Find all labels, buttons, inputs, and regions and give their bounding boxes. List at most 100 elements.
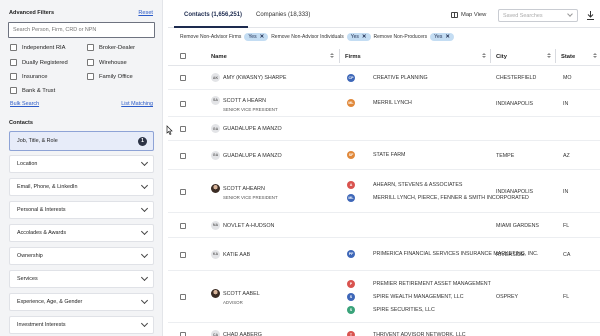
table-row[interactable]: AK AMY (KWASNY) SHARPE CP CREATIVE PLANNING…	[168, 66, 600, 90]
reset-link[interactable]: Reset	[138, 10, 153, 16]
sort-icon[interactable]	[547, 53, 551, 58]
close-icon[interactable]: ✕	[362, 34, 367, 40]
contact-name[interactable]: SCOTT AHEARN	[223, 186, 265, 192]
accordion-email-phone-linkedin[interactable]: Email, Phone, & LinkedIn	[9, 178, 154, 196]
list-matching-link[interactable]: List Matching	[121, 101, 153, 107]
contact-name[interactable]: SCOTT A HEARN	[223, 98, 266, 104]
contact-name[interactable]: NOVLET A-HUDSON	[223, 223, 274, 229]
row-checkbox[interactable]	[180, 294, 186, 300]
accordion-investment-interests[interactable]: Investment Interests	[9, 316, 154, 334]
download-icon[interactable]	[586, 10, 595, 21]
table-row[interactable]: SA SCOTT A HEARN SENIOR VICE PRESIDENT ML ME…	[168, 90, 600, 117]
accordion-location[interactable]: Location	[9, 155, 154, 173]
chevron-down-icon	[140, 296, 149, 305]
tab-companies[interactable]: Companies (18,333)	[256, 12, 310, 18]
contact-name[interactable]: SCOTT AABEL	[223, 291, 260, 297]
avatar: CA	[211, 330, 220, 336]
accordion-experience-age-gender[interactable]: Experience, Age, & Gender	[9, 293, 154, 311]
sort-icon[interactable]	[330, 53, 334, 58]
contact-name[interactable]: KATIE AAB	[223, 252, 250, 258]
contact-name[interactable]: GUADALUPE A MANZO	[223, 153, 282, 159]
tab-bar: Contacts (1,656,251) Companies (18,333) …	[168, 0, 600, 28]
accordion-services[interactable]: Services	[9, 270, 154, 288]
row-checkbox[interactable]	[180, 126, 186, 132]
checkbox-box[interactable]	[10, 59, 17, 66]
filter-count-badge: 1	[138, 136, 147, 146]
checkbox-independent-ria[interactable]: Independent RIA	[10, 44, 66, 51]
checkbox-broker-dealer[interactable]: Broker-Dealer	[87, 44, 135, 51]
row-checkbox[interactable]	[180, 75, 186, 81]
checkbox-box[interactable]	[10, 73, 17, 80]
checkbox-box[interactable]	[87, 44, 94, 51]
row-checkbox[interactable]	[180, 332, 186, 336]
firm-name[interactable]: STATE FARM	[373, 151, 405, 159]
chevron-down-icon	[140, 227, 149, 236]
contact-title: SENIOR VICE PRESIDENT	[223, 194, 278, 200]
chevron-down-icon	[567, 11, 573, 17]
firm-name[interactable]: AHEARN, STEVENS & ASSOCIATES	[373, 181, 462, 189]
saved-searches-dropdown[interactable]: Saved Searches	[498, 9, 578, 22]
checkbox-box[interactable]	[87, 73, 94, 80]
row-checkbox[interactable]	[180, 100, 186, 107]
checkbox-box[interactable]	[10, 44, 17, 51]
filter-chip[interactable]: Yes ✕	[430, 33, 454, 41]
state-cell: IN	[563, 188, 569, 195]
checkbox-box[interactable]	[10, 87, 17, 94]
firm-name[interactable]: SPIRE WEALTH MANAGEMENT, LLC	[373, 293, 464, 301]
contact-name[interactable]: CHAD AABERG	[223, 332, 262, 336]
row-checkbox[interactable]	[180, 188, 186, 195]
accordion-ownership[interactable]: Ownership	[9, 247, 154, 265]
city-cell: INDIANAPOLIS	[496, 100, 534, 107]
checkbox-bank-trust[interactable]: Bank & Trust	[10, 87, 55, 94]
row-checkbox[interactable]	[180, 152, 186, 159]
firm-name[interactable]: THRIVENT ADVISOR NETWORK, LLC	[373, 331, 466, 336]
firm-name[interactable]: CREATIVE PLANNING	[373, 74, 428, 82]
column-city[interactable]: City	[496, 54, 507, 60]
table-row[interactable]: GA GUADALUPE A MANZO	[168, 117, 600, 141]
map-view-button[interactable]: Map View	[451, 12, 486, 18]
filters-header: Advanced Filters	[9, 10, 55, 16]
table-row[interactable]: SCOTT AHEARN SENIOR VICE PRESIDENT A AHEARN…	[168, 170, 600, 213]
checkbox-dually-registered[interactable]: Dually Registered	[10, 59, 68, 66]
column-firms[interactable]: Firms	[345, 54, 361, 60]
firm-name[interactable]: SPIRE SECURITIES, LLC	[373, 306, 435, 314]
filter-chip[interactable]: Yes ✕	[346, 33, 371, 41]
sort-icon[interactable]	[593, 53, 597, 58]
bulk-search-link[interactable]: Bulk Search	[10, 101, 39, 107]
table-row[interactable]: NA NOVLET A-HUDSON MIAMI GARDENS FL	[168, 213, 600, 238]
close-icon[interactable]: ✕	[260, 34, 265, 40]
column-name[interactable]: Name	[211, 54, 227, 60]
column-divider	[555, 49, 556, 63]
close-icon[interactable]: ✕	[445, 34, 450, 40]
accordion-personal-interests[interactable]: Personal & Interests	[9, 201, 154, 219]
firm-logo: T	[347, 330, 355, 336]
column-divider	[339, 49, 340, 63]
firm-name[interactable]: MERRIL LYNCH	[373, 99, 412, 107]
contact-name[interactable]: AMY (KWASNY) SHARPE	[223, 75, 287, 81]
filter-chip[interactable]: Yes ✕	[244, 33, 269, 41]
tab-contacts[interactable]: Contacts (1,656,251)	[184, 12, 242, 18]
accordion-job-title-role[interactable]: Job, Title, & Role 1	[9, 131, 154, 151]
table-row[interactable]: GA GUADALUPE A MANZO SF STATE FARM TEMPE AZ	[168, 141, 600, 170]
state-cell: FL	[563, 222, 570, 229]
checkbox-family-office[interactable]: Family Office	[87, 73, 133, 80]
firm-name[interactable]: MERRILL LYNCH, PIERCE, FENNER & SMITH IN…	[373, 194, 529, 202]
avatar: SA	[211, 95, 220, 105]
table-row[interactable]: KA KATIE AAB PF PRIMERICA FINANCIAL SERVICE…	[168, 238, 600, 271]
contact-name[interactable]: GUADALUPE A MANZO	[223, 126, 282, 132]
table-row[interactable]: CA CHAD AABERG T THRIVENT ADVISOR NETWORK, …	[168, 323, 600, 336]
row-checkbox[interactable]	[180, 251, 186, 258]
sort-icon[interactable]	[482, 53, 486, 58]
checkbox-insurance[interactable]: Insurance	[10, 73, 47, 80]
avatar	[211, 289, 220, 298]
accordion-accolades-awards[interactable]: Accolades & Awards	[9, 224, 154, 242]
firm-name[interactable]: PREMIER RETIREMENT ASSET MANAGEMENT	[373, 280, 491, 288]
table-row[interactable]: SCOTT AABEL ADVISOR P PREMIER RETIREMENT AS…	[168, 271, 600, 323]
row-checkbox[interactable]	[180, 222, 186, 229]
checkbox-wirehouse[interactable]: Wirehouse	[87, 59, 127, 66]
search-input[interactable]	[8, 22, 155, 38]
checkbox-box[interactable]	[87, 59, 94, 66]
select-all-checkbox[interactable]	[180, 53, 186, 59]
column-state[interactable]: State	[561, 54, 575, 60]
chevron-down-icon	[140, 158, 149, 167]
